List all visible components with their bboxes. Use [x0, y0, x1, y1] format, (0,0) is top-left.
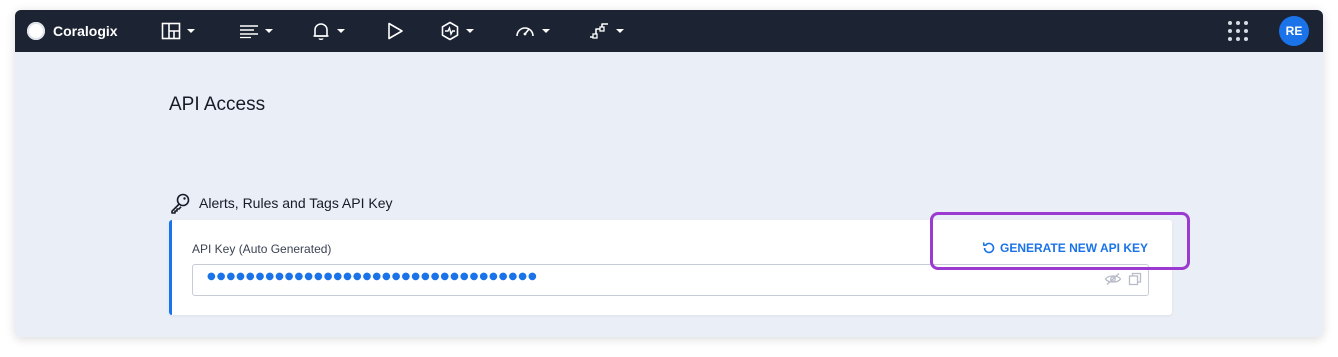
- flow-icon: [590, 23, 608, 39]
- api-key-field[interactable]: ●●●●●●●●●●●●●●●●●●●●●●●●●●●●●●●●●●: [192, 264, 1149, 296]
- dashboard-icon: [161, 22, 181, 40]
- api-key-masked-value: ●●●●●●●●●●●●●●●●●●●●●●●●●●●●●●●●●●: [207, 271, 538, 282]
- nav-dashboards[interactable]: [161, 20, 195, 42]
- nav-performance[interactable]: [514, 20, 550, 42]
- play-icon: [388, 22, 403, 40]
- nav-alerts[interactable]: [311, 20, 345, 42]
- bell-icon: [313, 23, 329, 41]
- nav-explore[interactable]: [239, 20, 273, 42]
- generate-new-api-key-label: GENERATE NEW API KEY: [999, 241, 1148, 255]
- section-header: Alerts, Rules and Tags API Key: [169, 192, 393, 214]
- refresh-icon: [982, 242, 995, 254]
- explore-list-icon: [240, 25, 258, 39]
- api-key-label: API Key (Auto Generated): [192, 242, 332, 256]
- chevron-down-icon: [616, 29, 624, 33]
- coralogix-logo-icon: [27, 22, 45, 40]
- nav-livetail[interactable]: [385, 20, 405, 42]
- nav-monitoring[interactable]: [440, 20, 474, 42]
- brand-name: Coralogix: [53, 23, 118, 39]
- chevron-down-icon: [265, 29, 273, 33]
- api-key-actions: [1104, 272, 1142, 291]
- hexagon-pulse-icon: [441, 21, 459, 41]
- toggle-visibility-icon[interactable]: [1104, 272, 1122, 291]
- chevron-down-icon: [187, 29, 195, 33]
- user-avatar[interactable]: RE: [1279, 16, 1309, 46]
- copy-icon[interactable]: [1128, 272, 1142, 291]
- chevron-down-icon: [542, 29, 550, 33]
- api-key-card: API Key (Auto Generated) GENERATE NEW AP…: [169, 220, 1172, 315]
- apps-grid-icon[interactable]: [1227, 20, 1251, 44]
- top-navigation-bar: Coralogix RE: [15, 10, 1323, 52]
- gauge-icon: [516, 27, 534, 37]
- chevron-down-icon: [337, 29, 345, 33]
- app-window: Coralogix RE API Access Alerts, Rules an…: [15, 10, 1323, 337]
- page-title: API Access: [169, 94, 266, 115]
- chevron-down-icon: [466, 29, 474, 33]
- nav-data-flow[interactable]: [588, 20, 624, 42]
- generate-new-api-key-button[interactable]: GENERATE NEW API KEY: [982, 241, 1148, 255]
- brand[interactable]: Coralogix: [27, 17, 118, 45]
- section-title: Alerts, Rules and Tags API Key: [199, 195, 393, 211]
- key-icon: [171, 193, 190, 214]
